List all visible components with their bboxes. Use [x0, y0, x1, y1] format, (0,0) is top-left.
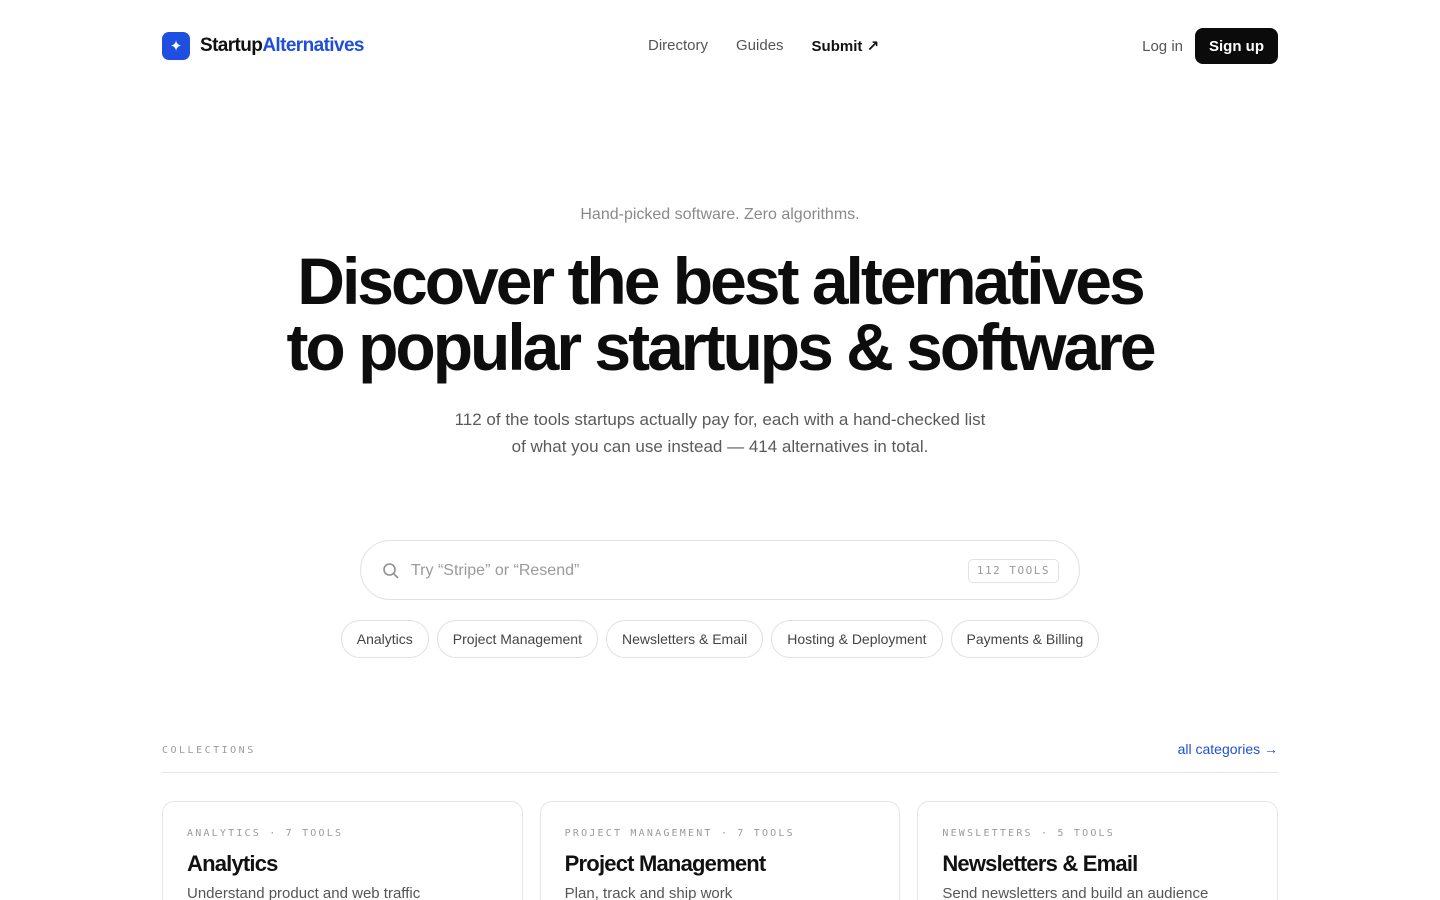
headline-line-2: to popular startups & software — [286, 310, 1156, 384]
nav-links: Directory Guides Submit ↗ — [648, 37, 879, 55]
chip-hosting-deployment[interactable]: Hosting & Deployment — [771, 620, 943, 658]
brand-prefix: Startup — [200, 35, 263, 56]
hero-eyebrow: Hand-picked software. Zero algorithms. — [580, 206, 860, 223]
search-bar: 112 TOOLS — [360, 540, 1080, 600]
chip-project-management[interactable]: Project Management — [436, 620, 598, 658]
collection-cards: ANALYTICS · 7 TOOLS Analytics Understand… — [162, 801, 1279, 900]
search-input[interactable] — [411, 555, 951, 587]
page: ✦ StartupAlternatives Directory Guides S… — [0, 0, 1440, 900]
collections-header: COLLECTIONS all categories → — [162, 740, 1278, 773]
signup-button[interactable]: Sign up — [1195, 28, 1278, 64]
card-meta: PROJECT MANAGEMENT · 7 TOOLS — [564, 828, 795, 839]
nav-link-directory[interactable]: Directory — [648, 37, 708, 55]
brand-accent: Alternatives — [262, 35, 364, 56]
collection-card-analytics[interactable]: ANALYTICS · 7 TOOLS Analytics Understand… — [162, 801, 523, 900]
card-title: Project Management — [564, 851, 767, 876]
card-description: Understand product and web traffic — [187, 885, 421, 900]
category-chips: Analytics Project Management Newsletters… — [0, 620, 1440, 658]
all-categories-link[interactable]: all categories → — [1178, 741, 1278, 757]
subtitle-line-1: 112 of the tools startups actually pay f… — [454, 410, 986, 429]
hero-headline: Discover the best alternatives to popula… — [0, 248, 1440, 380]
sparkle-icon: ✦ — [162, 32, 190, 60]
chip-analytics[interactable]: Analytics — [340, 620, 429, 658]
login-link[interactable]: Log in — [1142, 38, 1183, 55]
card-meta: ANALYTICS · 7 TOOLS — [187, 828, 344, 839]
hero-subtitle: 112 of the tools startups actually pay f… — [0, 406, 1440, 460]
brand-name: StartupAlternatives — [200, 35, 364, 57]
headline-line-1: Discover the best alternatives — [297, 244, 1145, 318]
chip-newsletters-email[interactable]: Newsletters & Email — [605, 620, 764, 658]
nav-link-guides[interactable]: Guides — [736, 37, 784, 55]
card-description: Send newsletters and build an audience — [942, 885, 1209, 900]
collection-card-newsletters-email[interactable]: NEWSLETTERS · 5 TOOLS Newsletters & Emai… — [917, 801, 1279, 900]
card-meta: NEWSLETTERS · 5 TOOLS — [942, 828, 1115, 839]
nav-actions: Log in Sign up — [1142, 28, 1278, 64]
card-description: Plan, track and ship work — [564, 885, 733, 900]
chip-payments-billing[interactable]: Payments & Billing — [950, 620, 1100, 658]
tool-count-badge: 112 TOOLS — [967, 559, 1059, 583]
card-title: Analytics — [187, 851, 278, 876]
collection-card-project-management[interactable]: PROJECT MANAGEMENT · 7 TOOLS Project Man… — [539, 801, 901, 900]
card-title: Newsletters & Email — [942, 851, 1138, 876]
subtitle-line-2: of what you can use instead — 414 altern… — [511, 437, 929, 456]
search-icon — [383, 563, 399, 579]
collections-label: COLLECTIONS — [162, 745, 256, 756]
brand-logo[interactable]: ✦ StartupAlternatives — [162, 32, 364, 60]
top-nav: ✦ StartupAlternatives Directory Guides S… — [162, 28, 1278, 64]
nav-link-submit[interactable]: Submit ↗ — [812, 37, 880, 55]
